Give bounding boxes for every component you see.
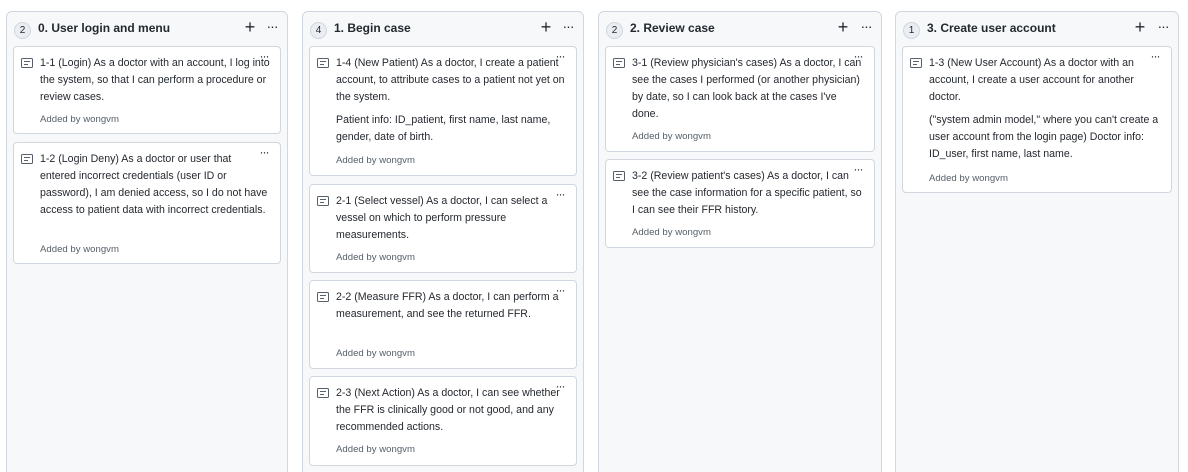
column-menu-button[interactable]: ··· [1152,16,1174,38]
card-count-badge: 1 [903,22,920,39]
column-title: 3. Create user account [927,21,1056,35]
card-1-3-new-user-account[interactable]: ··· 1-3 (New User Account) As a doctor w… [902,46,1172,193]
column-menu-button[interactable]: ··· [855,16,877,38]
column-title: 2. Review case [630,21,715,35]
add-card-button[interactable]: + [1130,16,1150,38]
card-note-text: 2-1 (Select vessel) As a doctor, I can s… [336,195,548,241]
add-card-button[interactable]: + [536,16,556,38]
note-icon [317,196,329,206]
card-1-2-login-deny[interactable]: ··· 1-2 (Login Deny) As a doctor or user… [13,142,281,264]
column-user-login-and-menu: 2 0. User login and menu + ··· ··· 1-1 (… [6,11,288,472]
card-note-text: 3-2 (Review patient's cases) As a doctor… [632,170,862,216]
column-menu-button[interactable]: ··· [557,16,579,38]
note-icon [21,58,33,68]
card-count-badge: 2 [606,22,623,39]
column-review-case: 2 2. Review case + ··· ··· 3-1 (Review p… [598,11,882,472]
column-create-user-account: 1 3. Create user account + ··· ··· 1-3 (… [895,11,1179,472]
author-link[interactable]: wongvm [379,444,415,455]
card-note-text: 2-2 (Measure FFR) As a doctor, I can per… [336,291,559,320]
card-note-text: 1-1 (Login) As a doctor with an account,… [40,57,270,103]
column-title: 0. User login and menu [38,21,171,35]
note-icon [613,171,625,181]
column-title: 1. Begin case [334,21,411,35]
card-note-text: 1-3 (New User Account) As a doctor with … [929,57,1159,160]
card-note-text: 1-4 (New Patient) As a doctor, I create … [336,57,565,143]
author-link[interactable]: wongvm [83,244,119,255]
added-by-label: Added by wongvm [40,244,119,255]
card-count-badge: 2 [14,22,31,39]
author-link[interactable]: wongvm [379,252,415,263]
card-note-text: 3-1 (Review physician's cases) As a doct… [632,57,862,120]
column-menu-button[interactable]: ··· [261,16,283,38]
column-header: 1 3. Create user account + ··· [896,12,1178,44]
added-by-label: Added by wongvm [929,173,1008,184]
author-link[interactable]: wongvm [675,227,711,238]
note-icon [613,58,625,68]
card-3-1-review-physicians-cases[interactable]: ··· 3-1 (Review physician's cases) As a … [605,46,875,152]
added-by-label: Added by wongvm [336,348,415,359]
added-by-label: Added by wongvm [336,155,415,166]
added-by-label: Added by wongvm [336,444,415,455]
add-card-button[interactable]: + [833,16,853,38]
card-count-badge: 4 [310,22,327,39]
note-icon [21,154,33,164]
card-1-4-new-patient[interactable]: ··· 1-4 (New Patient) As a doctor, I cre… [309,46,577,176]
note-icon [317,292,329,302]
column-header: 4 1. Begin case + ··· [303,12,583,44]
author-link[interactable]: wongvm [83,114,119,125]
card-1-1-login[interactable]: ··· 1-1 (Login) As a doctor with an acco… [13,46,281,134]
note-icon [317,58,329,68]
author-link[interactable]: wongvm [379,348,415,359]
card-2-3-next-action[interactable]: ··· 2-3 (Next Action) As a doctor, I can… [309,376,577,466]
project-board: 2 0. User login and menu + ··· ··· 1-1 (… [0,0,1188,472]
added-by-label: Added by wongvm [336,252,415,263]
note-icon [317,388,329,398]
column-begin-case: 4 1. Begin case + ··· ··· 1-4 (New Patie… [302,11,584,472]
column-header: 2 2. Review case + ··· [599,12,881,44]
add-card-button[interactable]: + [240,16,260,38]
card-2-2-measure-ffr[interactable]: ··· 2-2 (Measure FFR) As a doctor, I can… [309,280,577,369]
author-link[interactable]: wongvm [379,155,415,166]
added-by-label: Added by wongvm [40,114,119,125]
author-link[interactable]: wongvm [675,131,711,142]
card-3-2-review-patients-cases[interactable]: ··· 3-2 (Review patient's cases) As a do… [605,159,875,248]
note-icon [910,58,922,68]
author-link[interactable]: wongvm [972,173,1008,184]
added-by-label: Added by wongvm [632,131,711,142]
card-2-1-select-vessel[interactable]: ··· 2-1 (Select vessel) As a doctor, I c… [309,184,577,273]
added-by-label: Added by wongvm [632,227,711,238]
column-header: 2 0. User login and menu + ··· [7,12,287,44]
card-note-text: 1-2 (Login Deny) As a doctor or user tha… [40,153,268,216]
card-note-text: 2-3 (Next Action) As a doctor, I can see… [336,387,560,433]
